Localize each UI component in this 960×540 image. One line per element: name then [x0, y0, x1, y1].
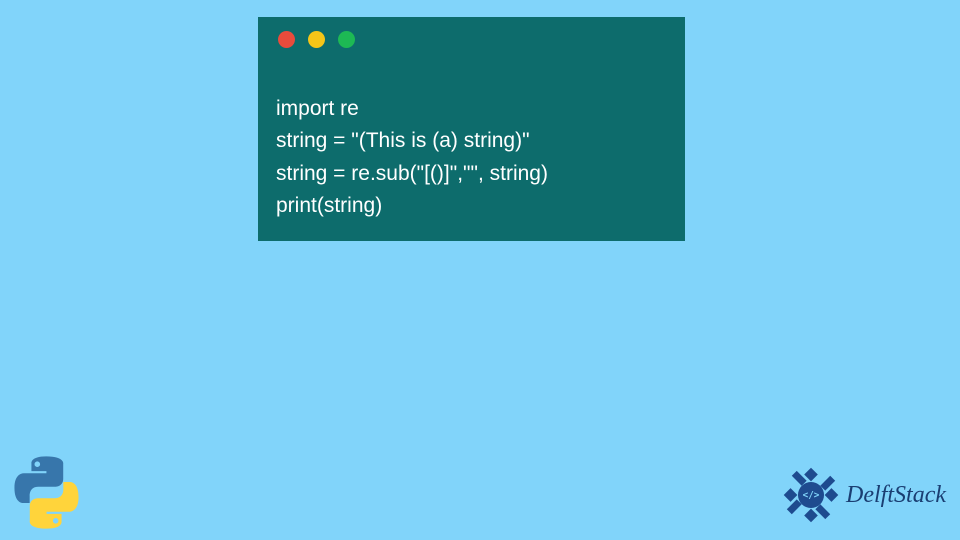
delftstack-text: DelftStack	[846, 482, 946, 509]
code-line: string = re.sub("[()]","", string)	[276, 162, 548, 185]
close-icon	[278, 31, 295, 48]
code-line: string = "(This is (a) string)"	[276, 129, 530, 152]
svg-text:</>: </>	[803, 490, 820, 501]
minimize-icon	[308, 31, 325, 48]
delftstack-logo: </> DelftStack	[780, 464, 946, 526]
code-window: import re string = "(This is (a) string)…	[258, 17, 685, 241]
python-logo-icon	[9, 455, 84, 530]
code-block: import re string = "(This is (a) string)…	[276, 60, 667, 223]
delftstack-icon: </>	[780, 464, 842, 526]
code-line: print(string)	[276, 194, 382, 217]
maximize-icon	[338, 31, 355, 48]
code-line: import re	[276, 97, 359, 120]
traffic-lights	[278, 31, 667, 48]
